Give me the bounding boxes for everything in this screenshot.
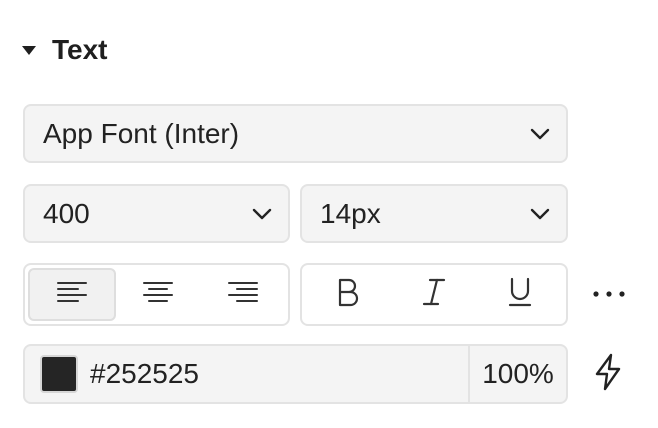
section-title: Text — [52, 34, 108, 65]
font-weight-select[interactable]: 400 — [23, 184, 290, 243]
font-family-value: App Font (Inter) — [43, 117, 240, 149]
bold-icon — [335, 277, 361, 312]
align-left-button[interactable] — [28, 268, 117, 321]
align-center-icon — [142, 280, 174, 309]
italic-icon — [421, 277, 447, 312]
align-right-button[interactable] — [201, 268, 285, 321]
font-size-select[interactable]: 14px — [300, 184, 568, 243]
chevron-down-icon — [530, 128, 550, 140]
font-weight-value: 400 — [43, 197, 90, 229]
bold-button[interactable] — [305, 268, 391, 321]
chevron-down-icon — [252, 208, 272, 220]
underline-icon — [507, 276, 533, 313]
chevron-down-icon — [530, 208, 550, 220]
more-icon — [592, 285, 626, 303]
text-section-header[interactable]: Text — [22, 30, 108, 70]
text-style-group — [300, 263, 568, 326]
align-right-icon — [227, 280, 259, 309]
opacity-input[interactable]: 100% — [468, 346, 566, 402]
text-color-field: #252525 100% — [23, 344, 568, 404]
italic-button[interactable] — [391, 268, 477, 321]
color-swatch[interactable] — [40, 355, 78, 393]
font-family-select[interactable]: App Font (Inter) — [23, 104, 568, 163]
more-options-button[interactable] — [584, 278, 634, 310]
align-center-button[interactable] — [116, 268, 200, 321]
lightning-bolt-icon — [593, 353, 623, 396]
color-hex-input[interactable]: #252525 — [90, 358, 468, 390]
underline-button[interactable] — [477, 268, 563, 321]
text-align-group — [23, 263, 290, 326]
font-size-value: 14px — [320, 197, 381, 229]
dynamic-token-button[interactable] — [590, 353, 626, 396]
align-left-icon — [56, 280, 88, 309]
caret-down-icon[interactable] — [22, 45, 36, 55]
